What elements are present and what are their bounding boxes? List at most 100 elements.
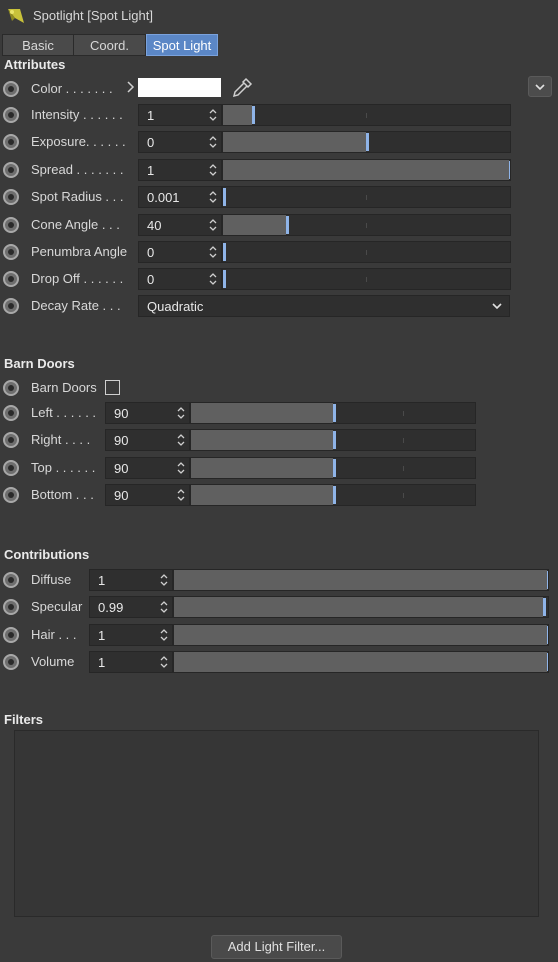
spinner-arrows-icon[interactable]: [159, 627, 169, 643]
panel-menu-button[interactable]: [528, 76, 552, 97]
spot-radius-slider[interactable]: [222, 186, 511, 209]
slider-handle[interactable]: [333, 486, 336, 505]
color-swatch[interactable]: [138, 78, 221, 97]
animate-toggle-exposure[interactable]: [3, 134, 19, 151]
exposure-slider[interactable]: [222, 131, 511, 154]
diffuse-input[interactable]: 1: [89, 569, 173, 591]
top-label: Top . . . . . .: [31, 459, 96, 475]
cone-angle-input[interactable]: 40: [138, 213, 222, 236]
title-bar: Spotlight [Spot Light]: [0, 0, 558, 32]
tab-spot-light[interactable]: Spot Light: [146, 34, 218, 56]
filters-list[interactable]: [14, 730, 539, 917]
spread-input[interactable]: 1: [138, 158, 222, 181]
slider-handle[interactable]: [547, 625, 548, 644]
right-slider[interactable]: [190, 429, 476, 452]
diffuse-label: Diffuse: [31, 572, 72, 587]
right-input[interactable]: 90: [105, 429, 190, 452]
slider-handle[interactable]: [543, 598, 546, 617]
animate-toggle-penumbra-angle[interactable]: [3, 244, 19, 260]
spread-slider[interactable]: [222, 158, 511, 181]
slider-handle[interactable]: [223, 270, 226, 289]
slider-handle[interactable]: [286, 215, 289, 234]
barn-doors-checkbox[interactable]: [105, 380, 120, 395]
exposure-input[interactable]: 0: [138, 131, 222, 154]
animate-toggle-bottom[interactable]: [3, 487, 19, 504]
cone-angle-slider[interactable]: [222, 213, 511, 236]
tab-basic[interactable]: Basic: [2, 34, 74, 56]
eyedropper-icon[interactable]: [230, 76, 254, 100]
slider-handle[interactable]: [333, 458, 336, 477]
animate-toggle-intensity[interactable]: [3, 107, 19, 123]
slider-handle[interactable]: [333, 404, 336, 422]
drop-off-input[interactable]: 0: [138, 268, 222, 291]
slider-handle[interactable]: [366, 133, 369, 152]
bottom-input[interactable]: 90: [105, 484, 190, 507]
slider-handle[interactable]: [547, 571, 548, 589]
animate-toggle-cone-angle[interactable]: [3, 216, 19, 233]
penumbra-angle-input[interactable]: 0: [138, 241, 222, 263]
animate-toggle-specular[interactable]: [3, 599, 19, 616]
contributions-heading: Contributions: [4, 547, 90, 562]
bottom-slider[interactable]: [190, 484, 476, 507]
spinner-arrows-icon[interactable]: [208, 162, 218, 178]
intensity-slider[interactable]: [222, 104, 511, 126]
animate-toggle-spread[interactable]: [3, 161, 19, 178]
volume-input[interactable]: 1: [89, 651, 173, 674]
spot-radius-input[interactable]: 0.001: [138, 186, 222, 209]
add-light-filter-button[interactable]: Add Light Filter...: [211, 935, 342, 959]
slider-handle[interactable]: [223, 243, 226, 261]
slider-handle[interactable]: [252, 106, 255, 124]
spinner-arrows-icon[interactable]: [176, 487, 186, 503]
animate-toggle-decay-rate[interactable]: [3, 298, 19, 314]
spinner-arrows-icon[interactable]: [208, 189, 218, 205]
slider-tick: [403, 438, 404, 444]
spinner-arrows-icon[interactable]: [176, 460, 186, 476]
animate-toggle-spot-radius[interactable]: [3, 189, 19, 206]
slider-tick: [403, 411, 404, 416]
animate-toggle-right[interactable]: [3, 432, 19, 449]
penumbra-angle-slider[interactable]: [222, 241, 511, 263]
slider-handle[interactable]: [547, 653, 548, 672]
slider-fill: [191, 457, 333, 478]
animate-toggle-hair[interactable]: [3, 626, 19, 643]
cone-angle-label: Cone Angle . . .: [31, 216, 120, 232]
top-slider[interactable]: [190, 456, 476, 479]
animate-toggle-diffuse[interactable]: [3, 572, 19, 588]
intensity-input[interactable]: 1: [138, 104, 222, 126]
spinner-arrows-icon[interactable]: [208, 134, 218, 150]
volume-slider[interactable]: [173, 651, 549, 674]
slider-handle[interactable]: [223, 188, 226, 207]
animate-toggle-drop-off[interactable]: [3, 271, 19, 288]
animate-toggle-volume[interactable]: [3, 654, 19, 671]
spinner-arrows-icon[interactable]: [208, 217, 218, 233]
left-slider[interactable]: [190, 402, 476, 424]
drop-off-slider[interactable]: [222, 268, 511, 291]
tab-coord[interactable]: Coord.: [73, 34, 146, 56]
spinner-arrows-icon[interactable]: [176, 405, 186, 421]
slider-tick: [366, 113, 367, 118]
spinner-arrows-icon[interactable]: [208, 107, 218, 123]
slider-handle[interactable]: [333, 431, 336, 450]
hair-input[interactable]: 1: [89, 623, 173, 646]
spinner-arrows-icon[interactable]: [208, 244, 218, 260]
spinner-arrows-icon[interactable]: [159, 572, 169, 588]
animate-toggle-top[interactable]: [3, 459, 19, 476]
spinner-arrows-icon[interactable]: [176, 432, 186, 448]
spinner-arrows-icon[interactable]: [159, 654, 169, 670]
animate-toggle-left[interactable]: [3, 405, 19, 421]
animate-toggle-barn-doors[interactable]: [3, 380, 19, 396]
spinner-arrows-icon[interactable]: [159, 599, 169, 615]
slider-fill: [174, 624, 547, 645]
expand-arrow-icon[interactable]: [125, 80, 135, 94]
animate-toggle-color[interactable]: [3, 81, 19, 97]
specular-input[interactable]: 0.99: [89, 596, 173, 619]
hair-slider[interactable]: [173, 623, 549, 646]
left-input[interactable]: 90: [105, 402, 190, 424]
spinner-arrows-icon[interactable]: [208, 271, 218, 287]
top-input[interactable]: 90: [105, 456, 190, 479]
diffuse-slider[interactable]: [173, 569, 549, 591]
specular-slider[interactable]: [173, 596, 549, 619]
bottom-value: 90: [114, 488, 129, 504]
decay-rate-select[interactable]: Quadratic: [138, 295, 510, 317]
slider-handle[interactable]: [509, 160, 510, 179]
